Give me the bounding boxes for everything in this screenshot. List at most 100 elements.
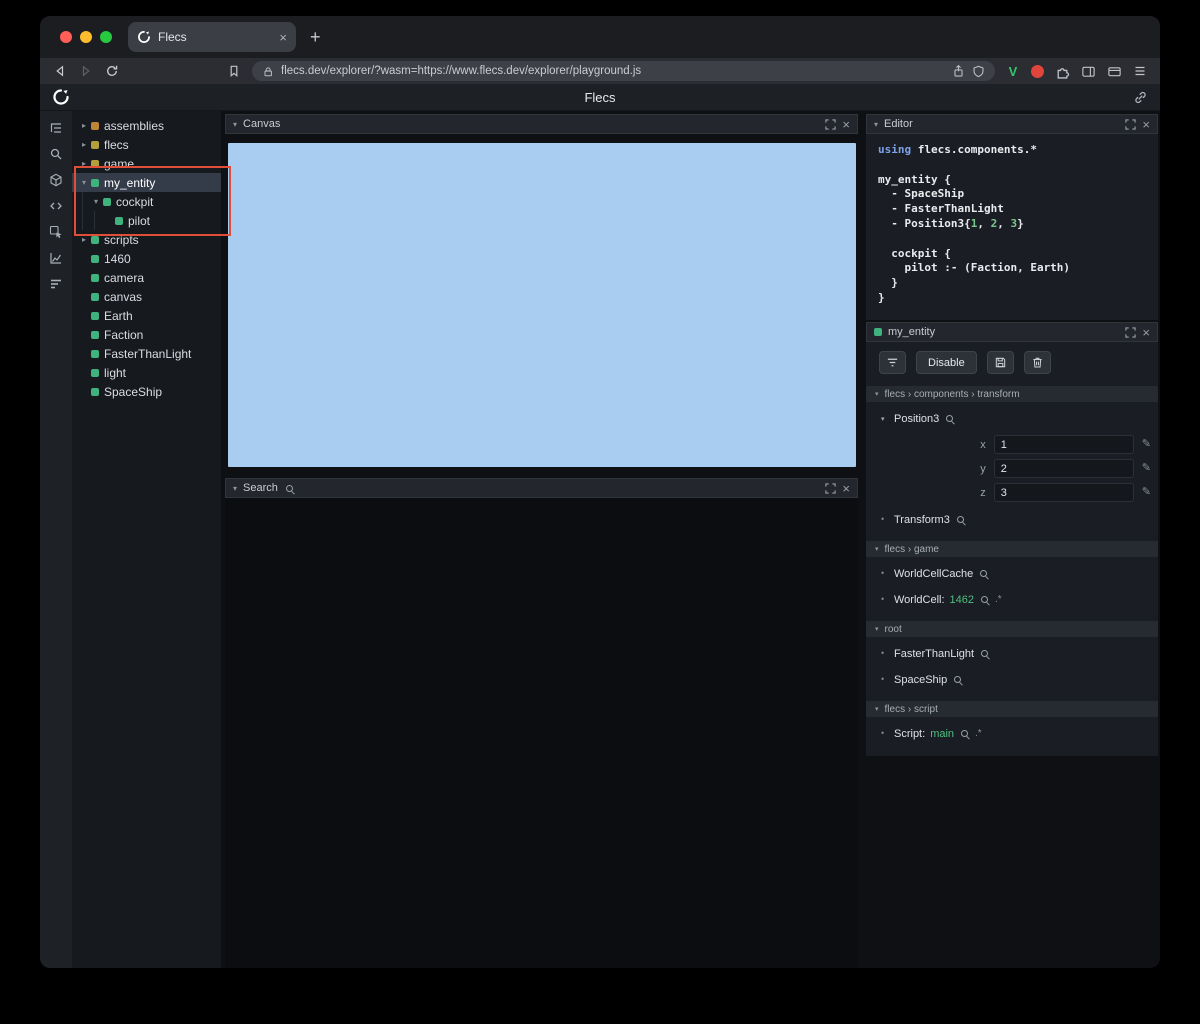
shield-icon[interactable] — [972, 65, 985, 78]
magnifier-icon[interactable] — [954, 675, 963, 684]
menu-icon[interactable] — [1132, 63, 1148, 79]
chevron-right-icon[interactable]: ▸ — [78, 159, 90, 168]
tree-item-label: pilot — [128, 213, 151, 228]
expand-panel-icon[interactable] — [1125, 326, 1137, 338]
entity-color-icon — [91, 311, 99, 320]
component-row[interactable]: • WorldCell: 1462 .* — [866, 590, 1158, 609]
save-button[interactable] — [986, 351, 1014, 374]
entity-tree-icon[interactable] — [47, 119, 65, 136]
close-window-button[interactable] — [60, 31, 72, 43]
component-name: FasterThanLight — [894, 647, 975, 660]
component-row[interactable]: • Script: main .* — [866, 724, 1158, 743]
chevron-down-icon[interactable]: ▾ — [90, 197, 102, 206]
tree-item-camera[interactable]: camera — [72, 268, 221, 287]
bookmark-icon[interactable] — [226, 63, 242, 79]
field-input-z[interactable] — [993, 483, 1134, 502]
chevron-down-icon[interactable]: ▾ — [233, 484, 237, 493]
maximize-window-button[interactable] — [100, 31, 112, 43]
share-link-icon[interactable] — [1133, 90, 1148, 105]
component-row[interactable]: • FasterThanLight — [866, 644, 1158, 663]
wallet-icon[interactable] — [1106, 63, 1122, 79]
magnifier-icon[interactable] — [956, 515, 966, 524]
stats-icon[interactable] — [47, 275, 65, 292]
component-row[interactable]: • SpaceShip — [866, 670, 1158, 689]
chevron-down-icon[interactable]: ▾ — [874, 120, 878, 129]
canvas-panel-title: Canvas — [243, 118, 281, 130]
tree-item-flecs[interactable]: ▸ flecs — [72, 135, 221, 154]
new-tab-button[interactable]: + — [310, 28, 321, 46]
tree-item-scripts[interactable]: ▸ scripts — [72, 230, 221, 249]
magnifier-icon[interactable] — [981, 595, 990, 604]
field-input-x[interactable] — [993, 435, 1134, 454]
edit-pencil-icon[interactable]: ✎ — [1142, 463, 1151, 474]
component-row[interactable]: • Transform3 — [866, 510, 1158, 529]
component-section-header[interactable]: ▾ flecs › game — [866, 541, 1158, 557]
chevron-down-icon[interactable]: ▾ — [78, 178, 90, 187]
share-icon[interactable] — [952, 64, 965, 78]
tree-item-label: Earth — [104, 308, 133, 323]
edit-pencil-icon[interactable]: ✎ — [1142, 439, 1151, 450]
expand-panel-icon[interactable] — [1125, 118, 1137, 130]
component-fields: x✎y✎z✎ — [866, 435, 1158, 502]
editor-code[interactable]: using flecs.components.* my_entity { - S… — [866, 134, 1158, 320]
tree-item-Faction[interactable]: Faction — [72, 325, 221, 344]
extension-red-icon[interactable] — [1031, 64, 1044, 78]
extensions-puzzle-icon[interactable] — [1054, 63, 1070, 79]
tree-item-1460[interactable]: 1460 — [72, 249, 221, 268]
component-section-header[interactable]: ▾ flecs › components › transform — [866, 386, 1158, 402]
minimize-window-button[interactable] — [80, 31, 92, 43]
extension-v-icon[interactable]: V — [1005, 64, 1021, 79]
side-panel-icon[interactable] — [1080, 63, 1096, 79]
close-panel-icon[interactable]: × — [1142, 326, 1150, 339]
expand-panel-icon[interactable] — [825, 118, 837, 130]
tree-item-light[interactable]: light — [72, 363, 221, 382]
chart-icon[interactable] — [47, 249, 65, 266]
forward-icon[interactable] — [78, 63, 94, 79]
url-bar[interactable]: flecs.dev/explorer/?wasm=https://www.fle… — [252, 61, 995, 81]
tab-close-icon[interactable]: × — [279, 31, 287, 44]
close-panel-icon[interactable]: × — [842, 482, 850, 495]
tree-item-Earth[interactable]: Earth — [72, 306, 221, 325]
magnifier-icon[interactable] — [981, 649, 990, 658]
component-section-header[interactable]: ▾ flecs › script — [866, 701, 1158, 717]
chevron-down-icon[interactable]: ▾ — [233, 120, 237, 129]
delete-button[interactable] — [1023, 351, 1051, 374]
query-filter-button[interactable] — [879, 351, 906, 374]
close-panel-icon[interactable]: × — [1142, 118, 1150, 131]
reload-icon[interactable] — [104, 63, 120, 79]
field-input-y[interactable] — [993, 459, 1134, 478]
tree-item-FasterThanLight[interactable]: FasterThanLight — [72, 344, 221, 363]
magnifier-icon[interactable] — [980, 569, 989, 578]
tree-item-my_entity[interactable]: ▾ my_entity — [72, 173, 221, 192]
expand-panel-icon[interactable] — [825, 482, 837, 494]
inspector-panel-title: my_entity — [888, 326, 936, 338]
edit-pencil-icon[interactable]: ✎ — [1142, 487, 1151, 498]
magnifier-icon[interactable] — [946, 414, 955, 423]
chevron-right-icon[interactable]: ▸ — [78, 235, 90, 244]
magnifier-icon[interactable] — [961, 729, 970, 738]
chevron-right-icon[interactable]: ▸ — [78, 121, 90, 130]
browser-tab[interactable]: Flecs × — [128, 22, 296, 52]
back-icon[interactable] — [52, 63, 68, 79]
component-row[interactable]: ▾ Position3 — [866, 409, 1158, 428]
entity-color-icon — [91, 330, 99, 339]
scene-cube-icon[interactable] — [47, 171, 65, 188]
search-results-area[interactable] — [225, 498, 858, 968]
tree-item-game[interactable]: ▸ game — [72, 154, 221, 173]
right-column: ▾ Editor × using flecs.components.* my_e… — [866, 111, 1158, 968]
chevron-right-icon[interactable]: ▸ — [78, 140, 90, 149]
tree-item-pilot[interactable]: pilot — [72, 211, 221, 230]
inspect-cursor-icon[interactable] — [47, 223, 65, 240]
tree-item-cockpit[interactable]: ▾ cockpit — [72, 192, 221, 211]
tree-item-canvas[interactable]: canvas — [72, 287, 221, 306]
disable-button[interactable]: Disable — [916, 351, 977, 374]
component-row[interactable]: • WorldCellCache — [866, 564, 1158, 583]
tree-item-SpaceShip[interactable]: SpaceShip — [72, 382, 221, 401]
component-section-header[interactable]: ▾ root — [866, 621, 1158, 637]
close-panel-icon[interactable]: × — [842, 118, 850, 131]
search-icon[interactable] — [47, 145, 65, 162]
tree-item-assemblies[interactable]: ▸ assemblies — [72, 116, 221, 135]
canvas-viewport[interactable] — [228, 143, 856, 467]
code-icon[interactable] — [47, 197, 65, 214]
